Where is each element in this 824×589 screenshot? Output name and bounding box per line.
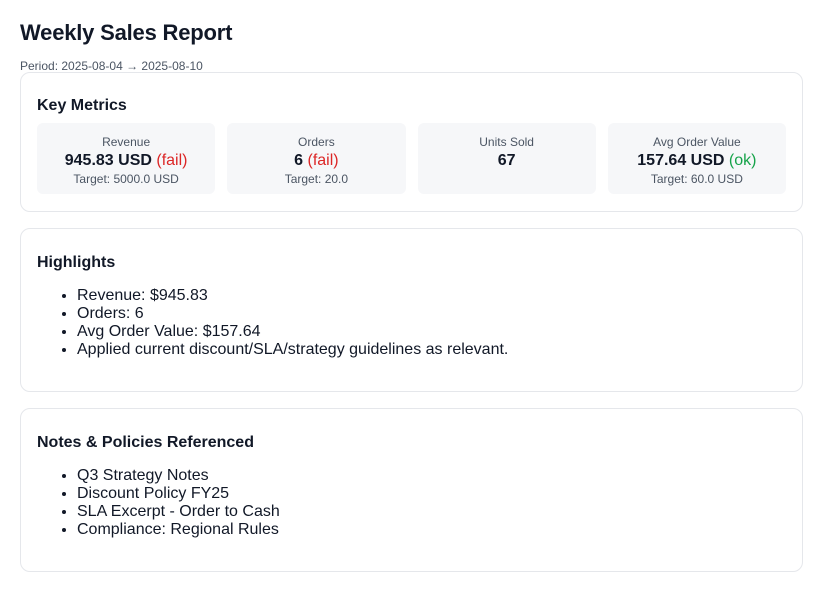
list-item: Avg Order Value: $157.64 xyxy=(77,323,786,341)
metric-status: (ok) xyxy=(728,152,757,169)
metric-label: Orders xyxy=(298,135,335,149)
metric-status: (fail) xyxy=(156,152,188,169)
key-metrics-heading: Key Metrics xyxy=(37,97,127,114)
metric-units-sold: Units Sold 67 xyxy=(417,123,596,194)
highlights-heading: Highlights xyxy=(37,254,116,271)
metric-label: Revenue xyxy=(102,135,151,149)
metric-target: Target: 20.0 xyxy=(284,172,349,186)
metrics-grid: Revenue 945.83 USD (fail) Target: 5000.0… xyxy=(37,123,786,194)
metric-revenue: Revenue 945.83 USD (fail) Target: 5000.0… xyxy=(37,123,216,194)
report-period: Period: 2025-08-04 → 2025-08-10 xyxy=(20,59,203,73)
report-page: Weekly Sales Report Period: 2025-08-04 →… xyxy=(0,0,824,73)
page-title: Weekly Sales Report xyxy=(20,20,233,45)
metric-value: 67 xyxy=(418,151,596,170)
metric-value-text: 945.83 USD xyxy=(64,152,152,169)
metric-value: 945.83 USD (fail) xyxy=(37,151,215,170)
list-item: Revenue: $945.83 xyxy=(77,287,786,305)
metric-label: Avg Order Value xyxy=(653,135,741,149)
metric-value-text: 157.64 USD xyxy=(637,152,725,169)
metric-target: Target: 60.0 USD xyxy=(650,172,743,186)
notes-list: Q3 Strategy Notes Discount Policy FY25 S… xyxy=(37,467,786,539)
metric-status: (fail) xyxy=(307,152,339,169)
key-metrics-card: Key Metrics Revenue 945.83 USD (fail) Ta… xyxy=(20,72,803,212)
list-item: SLA Excerpt - Order to Cash xyxy=(77,503,786,521)
list-item: Discount Policy FY25 xyxy=(77,485,786,503)
metric-value-text: 6 xyxy=(294,152,304,169)
metric-value-text: 67 xyxy=(497,152,516,169)
highlights-list: Revenue: $945.83 Orders: 6 Avg Order Val… xyxy=(37,287,786,359)
metric-value: 157.64 USD (ok) xyxy=(608,151,786,170)
metric-target: Target: 5000.0 USD xyxy=(73,172,179,186)
highlights-card: Highlights Revenue: $945.83 Orders: 6 Av… xyxy=(20,228,803,392)
notes-heading: Notes & Policies Referenced xyxy=(37,434,254,451)
metric-label: Units Sold xyxy=(479,135,534,149)
notes-policies-card: Notes & Policies Referenced Q3 Strategy … xyxy=(20,408,803,572)
list-item: Compliance: Regional Rules xyxy=(77,521,786,539)
metric-value: 6 (fail) xyxy=(227,151,405,170)
metric-avg-order-value: Avg Order Value 157.64 USD (ok) Target: … xyxy=(607,123,786,194)
list-item: Applied current discount/SLA/strategy gu… xyxy=(77,341,786,359)
list-item: Orders: 6 xyxy=(77,305,786,323)
metric-orders: Orders 6 (fail) Target: 20.0 xyxy=(227,123,406,194)
list-item: Q3 Strategy Notes xyxy=(77,467,786,485)
